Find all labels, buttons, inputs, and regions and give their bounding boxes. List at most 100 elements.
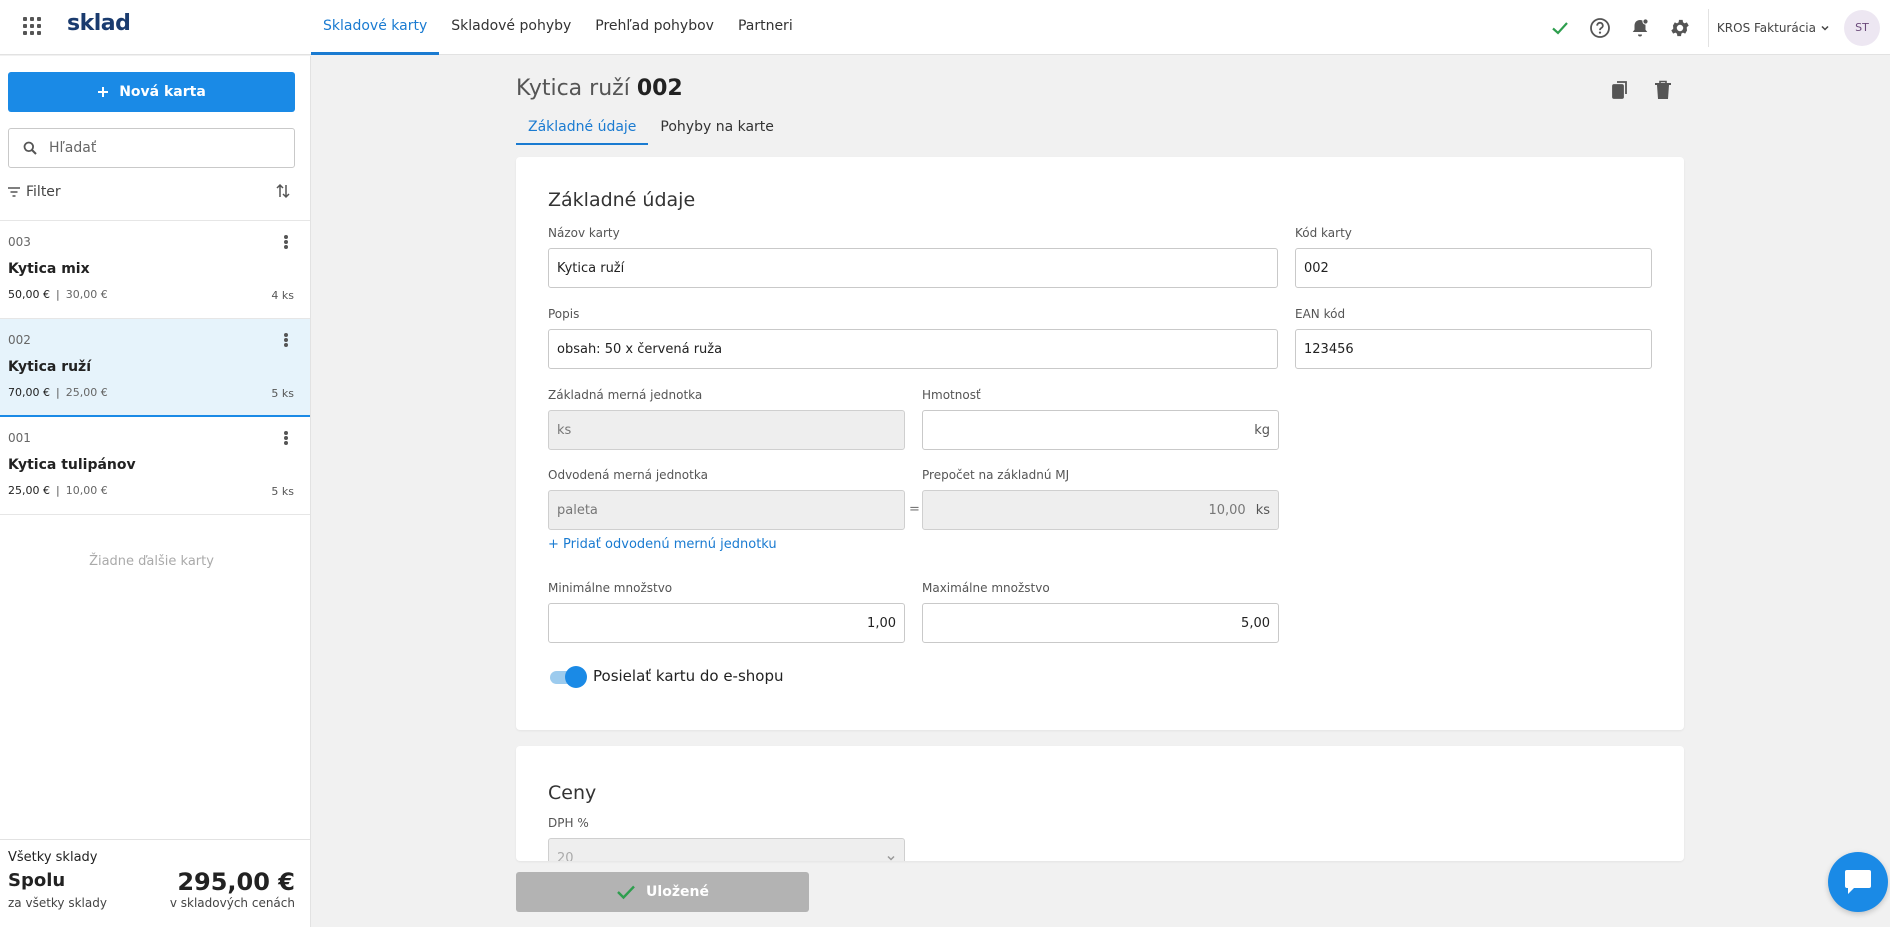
- chevron-down-icon: [1821, 25, 1829, 31]
- saved-button[interactable]: Uložené: [516, 872, 809, 912]
- help-icon[interactable]: [1580, 8, 1620, 48]
- top-actions: KROS Fakturácia ST: [1540, 0, 1890, 55]
- min-qty-field[interactable]: 1,00: [548, 603, 905, 643]
- price-separator: |: [56, 484, 60, 497]
- eshop-toggle[interactable]: [548, 666, 587, 688]
- saved-label: Uložené: [646, 884, 709, 900]
- list-item-selected[interactable]: 002 Kytica ruží 70,00 € | 25,00 € 5 ks: [0, 319, 310, 417]
- derived-unit-label: Odvodená merná jednotka: [548, 468, 708, 482]
- buy-price: 30,00 €: [65, 288, 108, 301]
- search-icon: [23, 141, 37, 155]
- more-vert-icon[interactable]: [284, 331, 288, 349]
- vat-select[interactable]: 20: [548, 838, 905, 861]
- card-name: Kytica tulipánov: [8, 457, 136, 473]
- min-qty-label: Minimálne množstvo: [548, 581, 673, 595]
- main-nav: Skladové karty Skladové pohyby Prehľad p…: [311, 0, 805, 55]
- plus-icon: [98, 87, 109, 97]
- card-list: 003 Kytica mix 50,00 € | 30,00 € 4 ks 002 …: [0, 220, 310, 515]
- sell-price: 70,00 €: [8, 386, 50, 399]
- search-input[interactable]: [49, 140, 269, 156]
- card-prices: 50,00 € | 30,00 €: [8, 288, 108, 301]
- new-card-button[interactable]: Nová karta: [8, 72, 295, 112]
- price-separator: |: [56, 288, 60, 301]
- sync-ok-check-icon[interactable]: [1540, 8, 1580, 48]
- weight-label: Hmotnosť: [922, 388, 981, 402]
- chat-support-button[interactable]: [1828, 852, 1888, 912]
- code-field[interactable]: 002: [1295, 248, 1652, 288]
- add-derived-unit-link[interactable]: + Pridať odvodenú mernú jednotku: [548, 537, 777, 552]
- buy-price: 25,00 €: [65, 386, 108, 399]
- card-code: 002: [8, 333, 31, 347]
- code-label: Kód karty: [1295, 226, 1352, 240]
- card-code: 001: [8, 431, 31, 445]
- title-actions: [1610, 80, 1672, 104]
- topbar-divider: [1707, 8, 1709, 47]
- card-name: Kytica mix: [8, 261, 90, 277]
- desc-field[interactable]: obsah: 50 x červená ruža: [548, 329, 1278, 369]
- buy-price: 10,00 €: [65, 484, 108, 497]
- sell-price: 25,00 €: [8, 484, 50, 497]
- company-selector[interactable]: KROS Fakturácia: [1717, 21, 1830, 35]
- more-vert-icon[interactable]: [284, 233, 288, 251]
- summary-title: Všetky sklady: [8, 850, 98, 865]
- sell-price: 50,00 €: [8, 288, 50, 301]
- summary-label: Spolu: [8, 870, 66, 891]
- name-label: Názov karty: [548, 226, 620, 240]
- toggle-knob: [565, 666, 587, 688]
- ean-field[interactable]: 123456: [1295, 329, 1652, 369]
- unit-field: ks: [548, 410, 905, 450]
- settings-gear-icon[interactable]: [1660, 8, 1700, 48]
- no-more-cards-text: Žiadne ďalšie karty: [89, 554, 214, 569]
- filter-icon: [8, 187, 20, 197]
- card-qty: 4 ks: [271, 289, 294, 302]
- top-bar: sklad Skladové karty Skladové pohyby Pre…: [0, 0, 1890, 55]
- desc-label: Popis: [548, 307, 580, 321]
- ean-label: EAN kód: [1295, 307, 1346, 321]
- apps-grid-icon[interactable]: [23, 17, 41, 35]
- max-qty-label: Maximálne množstvo: [922, 581, 1050, 595]
- new-card-label: Nová karta: [119, 84, 206, 100]
- max-qty-field[interactable]: 5,00: [922, 603, 1279, 643]
- nav-prehlad-pohybov[interactable]: Prehľad pohybov: [583, 0, 726, 55]
- stock-summary: Všetky sklady Spolu za všetky sklady 295…: [0, 839, 310, 927]
- conversion-value: 10,00: [1208, 502, 1246, 518]
- unit-label: Základná merná jednotka: [548, 388, 703, 402]
- app-logo[interactable]: sklad: [67, 11, 131, 36]
- price-separator: |: [56, 386, 60, 399]
- page-title: Kytica ruží 002: [516, 76, 683, 101]
- nav-skladove-karty[interactable]: Skladové karty: [311, 0, 440, 55]
- list-item[interactable]: 003 Kytica mix 50,00 € | 30,00 € 4 ks: [0, 221, 310, 319]
- card-prices: 25,00 € | 10,00 €: [8, 484, 108, 497]
- nav-skladove-pohyby[interactable]: Skladové pohyby: [439, 0, 583, 55]
- sidebar: Nová karta Filter 003 Kytica mix 50,00 €…: [0, 56, 311, 927]
- weight-field[interactable]: kg: [922, 410, 1279, 450]
- list-item[interactable]: 001 Kytica tulipánov 25,00 € | 10,00 € 5 k…: [0, 417, 310, 515]
- card-qty: 5 ks: [271, 485, 294, 498]
- weight-unit: kg: [1254, 422, 1270, 438]
- card-name: Kytica ruží: [8, 359, 92, 375]
- user-avatar[interactable]: ST: [1844, 9, 1880, 46]
- section-title-basic: Základné údaje: [548, 189, 696, 211]
- tab-pohyby-na-karte[interactable]: Pohyby na karte: [648, 116, 786, 145]
- copy-icon[interactable]: [1610, 80, 1630, 104]
- prices-panel: Ceny DPH % 20: [516, 746, 1684, 861]
- basic-info-panel: Základné údaje Názov karty Kytica ruží K…: [516, 157, 1684, 730]
- card-prices: 70,00 € | 25,00 €: [8, 386, 108, 399]
- name-field[interactable]: Kytica ruží: [548, 248, 1278, 288]
- delete-trash-icon[interactable]: [1654, 80, 1672, 104]
- filter-label: Filter: [26, 184, 61, 200]
- page-title-name: Kytica ruží: [516, 76, 630, 101]
- page-title-code: 002: [636, 76, 683, 101]
- more-vert-icon[interactable]: [284, 429, 288, 447]
- sort-icon[interactable]: [276, 183, 290, 203]
- vat-label: DPH %: [548, 816, 589, 830]
- filter-button[interactable]: Filter: [8, 184, 61, 200]
- notifications-bell-icon[interactable]: [1620, 8, 1660, 48]
- card-tabs: Základné údaje Pohyby na karte: [516, 116, 786, 145]
- nav-partneri[interactable]: Partneri: [726, 0, 805, 55]
- equals-sign: =: [909, 502, 920, 517]
- check-icon: [617, 885, 635, 900]
- chat-bubble-icon: [1845, 870, 1871, 894]
- tab-zakladne-udaje[interactable]: Základné údaje: [516, 116, 649, 145]
- search-box: [8, 128, 295, 168]
